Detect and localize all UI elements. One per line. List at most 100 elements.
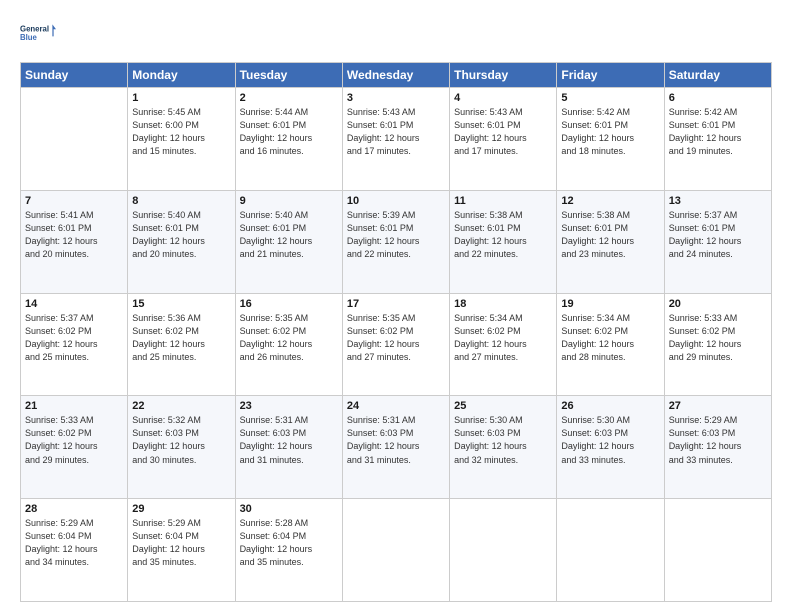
- day-number: 9: [240, 195, 338, 207]
- calendar-page: General Blue SundayMondayTuesdayWednesda…: [0, 0, 792, 612]
- day-info: Sunrise: 5:37 AM Sunset: 6:02 PM Dayligh…: [25, 312, 123, 364]
- table-cell: 28 Sunrise: 5:29 AM Sunset: 6:04 PM Dayli…: [21, 499, 128, 602]
- table-cell: 16 Sunrise: 5:35 AM Sunset: 6:02 PM Dayli…: [235, 293, 342, 396]
- week-row-1: 1 Sunrise: 5:45 AM Sunset: 6:00 PM Daylig…: [21, 88, 772, 191]
- day-number: 27: [669, 400, 767, 412]
- table-cell: 3 Sunrise: 5:43 AM Sunset: 6:01 PM Daylig…: [342, 88, 449, 191]
- header-friday: Friday: [557, 63, 664, 88]
- day-info: Sunrise: 5:30 AM Sunset: 6:03 PM Dayligh…: [561, 414, 659, 466]
- day-number: 10: [347, 195, 445, 207]
- day-number: 11: [454, 195, 552, 207]
- day-info: Sunrise: 5:30 AM Sunset: 6:03 PM Dayligh…: [454, 414, 552, 466]
- day-number: 26: [561, 400, 659, 412]
- day-info: Sunrise: 5:29 AM Sunset: 6:04 PM Dayligh…: [132, 517, 230, 569]
- day-number: 30: [240, 503, 338, 515]
- table-cell: 25 Sunrise: 5:30 AM Sunset: 6:03 PM Dayli…: [450, 396, 557, 499]
- week-row-4: 21Sunrise: 5:33 AM Sunset: 6:02 PM Dayli…: [21, 396, 772, 499]
- week-row-5: 28 Sunrise: 5:29 AM Sunset: 6:04 PM Dayli…: [21, 499, 772, 602]
- day-info: Sunrise: 5:39 AM Sunset: 6:01 PM Dayligh…: [347, 209, 445, 261]
- day-info: Sunrise: 5:33 AM Sunset: 6:02 PM Dayligh…: [669, 312, 767, 364]
- day-number: 28: [25, 503, 123, 515]
- day-number: 16: [240, 298, 338, 310]
- day-info: Sunrise: 5:43 AM Sunset: 6:01 PM Dayligh…: [454, 106, 552, 158]
- week-row-2: 7 Sunrise: 5:41 AM Sunset: 6:01 PM Daylig…: [21, 190, 772, 293]
- day-info: Sunrise: 5:33 AM Sunset: 6:02 PM Dayligh…: [25, 414, 123, 466]
- header-sunday: Sunday: [21, 63, 128, 88]
- calendar-body: 1 Sunrise: 5:45 AM Sunset: 6:00 PM Daylig…: [21, 88, 772, 602]
- day-number: 1: [132, 92, 230, 104]
- table-cell: 22 Sunrise: 5:32 AM Sunset: 6:03 PM Dayli…: [128, 396, 235, 499]
- day-info: Sunrise: 5:36 AM Sunset: 6:02 PM Dayligh…: [132, 312, 230, 364]
- table-cell: 20 Sunrise: 5:33 AM Sunset: 6:02 PM Dayli…: [664, 293, 771, 396]
- day-info: Sunrise: 5:28 AM Sunset: 6:04 PM Dayligh…: [240, 517, 338, 569]
- day-number: 8: [132, 195, 230, 207]
- day-info: Sunrise: 5:44 AM Sunset: 6:01 PM Dayligh…: [240, 106, 338, 158]
- header-row: SundayMondayTuesdayWednesdayThursdayFrid…: [21, 63, 772, 88]
- svg-text:Blue: Blue: [20, 33, 38, 42]
- day-info: Sunrise: 5:29 AM Sunset: 6:03 PM Dayligh…: [669, 414, 767, 466]
- day-number: 19: [561, 298, 659, 310]
- day-number: 29: [132, 503, 230, 515]
- day-number: 17: [347, 298, 445, 310]
- table-cell: 10 Sunrise: 5:39 AM Sunset: 6:01 PM Dayli…: [342, 190, 449, 293]
- day-info: Sunrise: 5:45 AM Sunset: 6:00 PM Dayligh…: [132, 106, 230, 158]
- day-info: Sunrise: 5:38 AM Sunset: 6:01 PM Dayligh…: [561, 209, 659, 261]
- table-cell: 13Sunrise: 5:37 AM Sunset: 6:01 PM Dayli…: [664, 190, 771, 293]
- calendar-header: SundayMondayTuesdayWednesdayThursdayFrid…: [21, 63, 772, 88]
- day-info: Sunrise: 5:31 AM Sunset: 6:03 PM Dayligh…: [240, 414, 338, 466]
- day-info: Sunrise: 5:42 AM Sunset: 6:01 PM Dayligh…: [669, 106, 767, 158]
- week-row-3: 14Sunrise: 5:37 AM Sunset: 6:02 PM Dayli…: [21, 293, 772, 396]
- day-number: 20: [669, 298, 767, 310]
- day-number: 2: [240, 92, 338, 104]
- day-info: Sunrise: 5:34 AM Sunset: 6:02 PM Dayligh…: [454, 312, 552, 364]
- logo: General Blue: [20, 16, 56, 52]
- day-number: 12: [561, 195, 659, 207]
- header-tuesday: Tuesday: [235, 63, 342, 88]
- day-info: Sunrise: 5:35 AM Sunset: 6:02 PM Dayligh…: [240, 312, 338, 364]
- svg-text:General: General: [20, 25, 49, 34]
- page-header: General Blue: [20, 16, 772, 52]
- table-cell: 26 Sunrise: 5:30 AM Sunset: 6:03 PM Dayli…: [557, 396, 664, 499]
- table-cell: 18 Sunrise: 5:34 AM Sunset: 6:02 PM Dayli…: [450, 293, 557, 396]
- day-info: Sunrise: 5:34 AM Sunset: 6:02 PM Dayligh…: [561, 312, 659, 364]
- day-number: 4: [454, 92, 552, 104]
- table-cell: [450, 499, 557, 602]
- table-cell: 4 Sunrise: 5:43 AM Sunset: 6:01 PM Daylig…: [450, 88, 557, 191]
- day-info: Sunrise: 5:35 AM Sunset: 6:02 PM Dayligh…: [347, 312, 445, 364]
- day-info: Sunrise: 5:40 AM Sunset: 6:01 PM Dayligh…: [240, 209, 338, 261]
- day-info: Sunrise: 5:32 AM Sunset: 6:03 PM Dayligh…: [132, 414, 230, 466]
- table-cell: 30 Sunrise: 5:28 AM Sunset: 6:04 PM Dayli…: [235, 499, 342, 602]
- table-cell: 14Sunrise: 5:37 AM Sunset: 6:02 PM Dayli…: [21, 293, 128, 396]
- day-number: 6: [669, 92, 767, 104]
- table-cell: [21, 88, 128, 191]
- header-saturday: Saturday: [664, 63, 771, 88]
- day-info: Sunrise: 5:37 AM Sunset: 6:01 PM Dayligh…: [669, 209, 767, 261]
- table-cell: [664, 499, 771, 602]
- table-cell: 15Sunrise: 5:36 AM Sunset: 6:02 PM Dayli…: [128, 293, 235, 396]
- table-cell: 23Sunrise: 5:31 AM Sunset: 6:03 PM Dayli…: [235, 396, 342, 499]
- header-thursday: Thursday: [450, 63, 557, 88]
- day-info: Sunrise: 5:41 AM Sunset: 6:01 PM Dayligh…: [25, 209, 123, 261]
- header-monday: Monday: [128, 63, 235, 88]
- table-cell: 29 Sunrise: 5:29 AM Sunset: 6:04 PM Dayli…: [128, 499, 235, 602]
- day-number: 25: [454, 400, 552, 412]
- day-number: 22: [132, 400, 230, 412]
- day-number: 5: [561, 92, 659, 104]
- table-cell: 6 Sunrise: 5:42 AM Sunset: 6:01 PM Daylig…: [664, 88, 771, 191]
- table-cell: [342, 499, 449, 602]
- table-cell: 9 Sunrise: 5:40 AM Sunset: 6:01 PM Daylig…: [235, 190, 342, 293]
- day-info: Sunrise: 5:43 AM Sunset: 6:01 PM Dayligh…: [347, 106, 445, 158]
- day-info: Sunrise: 5:42 AM Sunset: 6:01 PM Dayligh…: [561, 106, 659, 158]
- day-number: 7: [25, 195, 123, 207]
- day-info: Sunrise: 5:38 AM Sunset: 6:01 PM Dayligh…: [454, 209, 552, 261]
- table-cell: 1 Sunrise: 5:45 AM Sunset: 6:00 PM Daylig…: [128, 88, 235, 191]
- day-number: 3: [347, 92, 445, 104]
- table-cell: 12 Sunrise: 5:38 AM Sunset: 6:01 PM Dayli…: [557, 190, 664, 293]
- table-cell: 11 Sunrise: 5:38 AM Sunset: 6:01 PM Dayli…: [450, 190, 557, 293]
- day-info: Sunrise: 5:29 AM Sunset: 6:04 PM Dayligh…: [25, 517, 123, 569]
- day-number: 18: [454, 298, 552, 310]
- day-info: Sunrise: 5:31 AM Sunset: 6:03 PM Dayligh…: [347, 414, 445, 466]
- table-cell: 21Sunrise: 5:33 AM Sunset: 6:02 PM Dayli…: [21, 396, 128, 499]
- table-cell: 17 Sunrise: 5:35 AM Sunset: 6:02 PM Dayli…: [342, 293, 449, 396]
- table-cell: 27 Sunrise: 5:29 AM Sunset: 6:03 PM Dayli…: [664, 396, 771, 499]
